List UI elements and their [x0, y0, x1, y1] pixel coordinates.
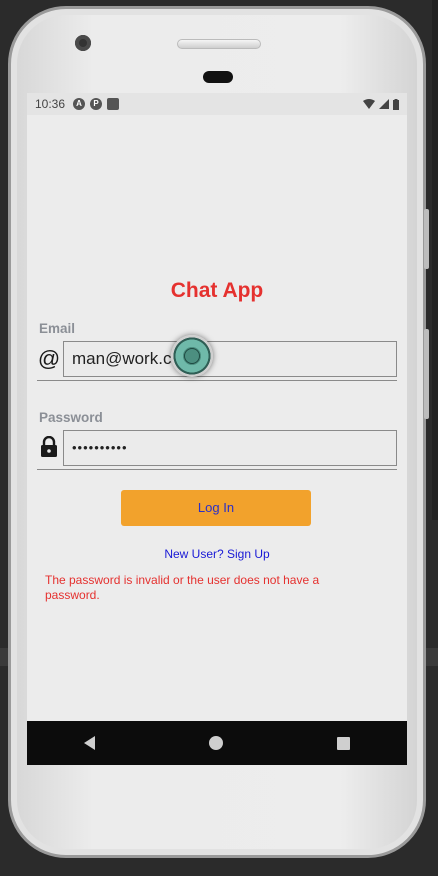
email-label: Email	[39, 321, 76, 336]
sd-card-icon	[107, 98, 120, 110]
password-field[interactable]: ••••••••••	[63, 430, 397, 466]
battery-icon	[393, 98, 399, 110]
lock-icon	[37, 435, 61, 460]
status-time: 10:36	[35, 97, 66, 111]
error-message: The password is invalid or the user does…	[45, 573, 320, 602]
back-icon[interactable]	[84, 736, 95, 750]
emulator-stage: 10:36 A P Chat App Email @ man@work.com …	[0, 0, 438, 876]
login-screen: Chat App Email @ man@work.com Password •…	[27, 115, 407, 727]
status-right	[363, 98, 399, 110]
at-icon: @	[37, 346, 61, 371]
notification-icon: A	[73, 98, 86, 110]
status-bar: 10:36 A P	[27, 93, 407, 115]
email-field[interactable]: man@work.com	[63, 341, 397, 377]
app-title: Chat App	[170, 279, 264, 302]
touch-indicator	[171, 335, 213, 377]
login-button[interactable]: Log In	[121, 490, 311, 526]
password-label: Password	[39, 410, 103, 425]
recents-icon[interactable]	[337, 736, 350, 750]
device-screen: 10:36 A P Chat App Email @ man@work.com …	[27, 93, 407, 765]
notification-icon: P	[90, 98, 103, 110]
sensor-pill	[203, 71, 233, 83]
home-icon[interactable]	[209, 736, 223, 750]
volume-button[interactable]	[424, 209, 429, 269]
front-camera	[75, 35, 91, 51]
wifi-icon	[363, 99, 375, 109]
phone-frame: 10:36 A P Chat App Email @ man@work.com …	[8, 6, 429, 858]
power-button[interactable]	[424, 329, 429, 419]
signal-icon	[379, 99, 389, 109]
earpiece-speaker	[177, 39, 261, 49]
nav-bar	[27, 721, 407, 765]
signup-link[interactable]: New User? Sign Up	[27, 547, 407, 561]
password-row: ••••••••••	[37, 428, 397, 470]
background-edge	[432, 0, 438, 520]
email-row: @ man@work.com	[37, 339, 397, 381]
